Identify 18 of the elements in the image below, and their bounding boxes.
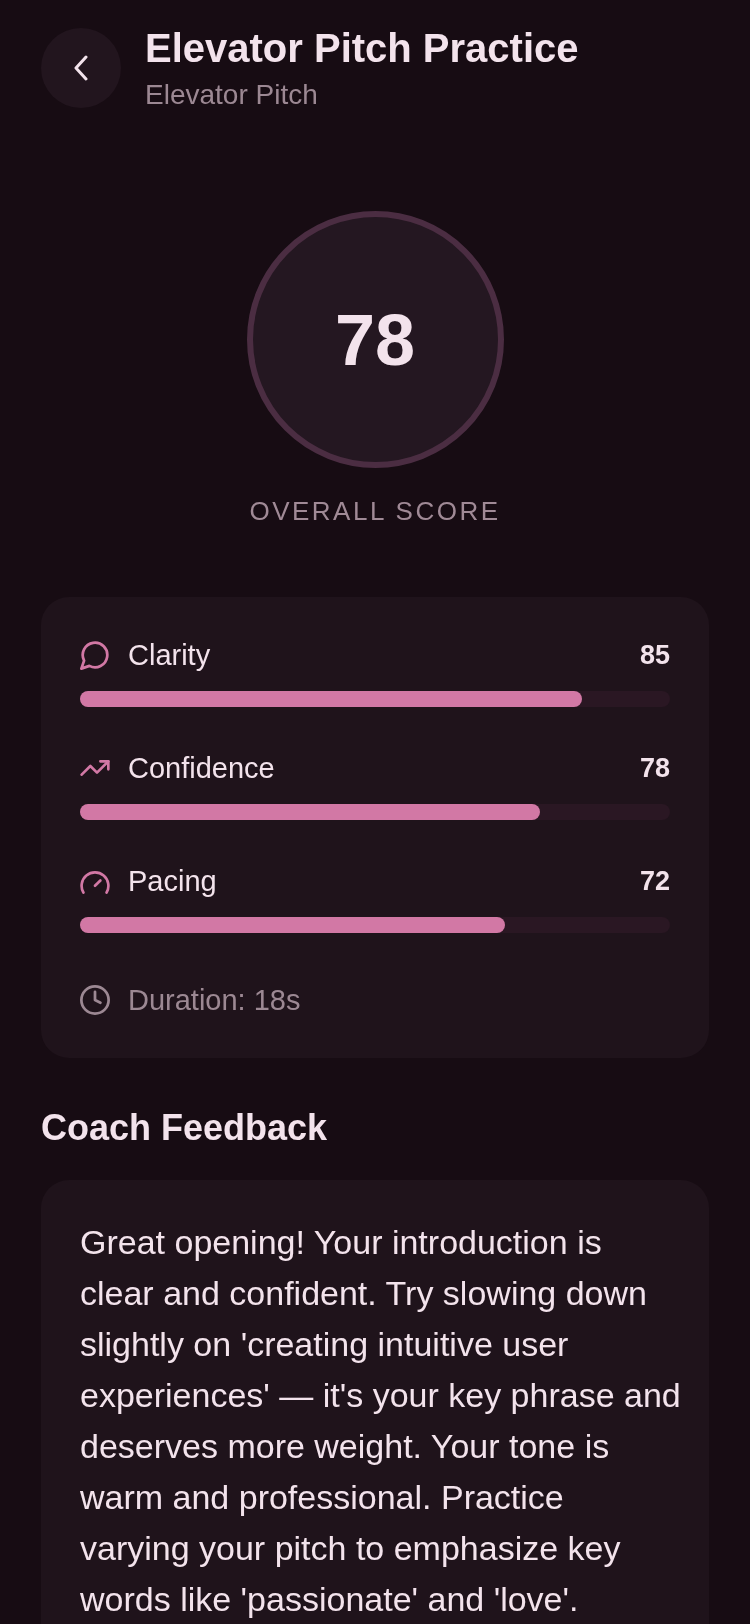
page-subtitle: Elevator Pitch	[145, 78, 319, 112]
metric-label: Clarity	[128, 638, 211, 673]
chevron-left-icon	[73, 55, 89, 81]
page-title: Elevator Pitch Practice	[145, 25, 579, 72]
metric-score: 78	[639, 752, 670, 785]
metric-score: 85	[639, 639, 670, 672]
metric-score: 72	[639, 865, 670, 898]
duration-text: Duration: 18s	[128, 983, 301, 1018]
clock-icon	[80, 985, 110, 1015]
metric-label: Confidence	[128, 751, 275, 786]
speech-bubble-icon	[80, 640, 110, 670]
section-heading: Coach Feedback	[41, 1108, 329, 1148]
feedback-text: Great opening! Your introduction is clear and confident. Try slowing down slightly on 'creating intuitive user experiences' — it's your key phrase and deserves more weight. Your tone is warm and professional. Practice varying your pitch to emphasize key words like 'passionate' and 'love'.	[80, 1222, 682, 1620]
trending-up-icon	[80, 760, 110, 776]
score-value: 78	[334, 303, 416, 376]
metric-label: Pacing	[128, 864, 217, 899]
gauge-icon	[80, 868, 110, 894]
score-label: OVERALL SCORE	[249, 495, 501, 527]
